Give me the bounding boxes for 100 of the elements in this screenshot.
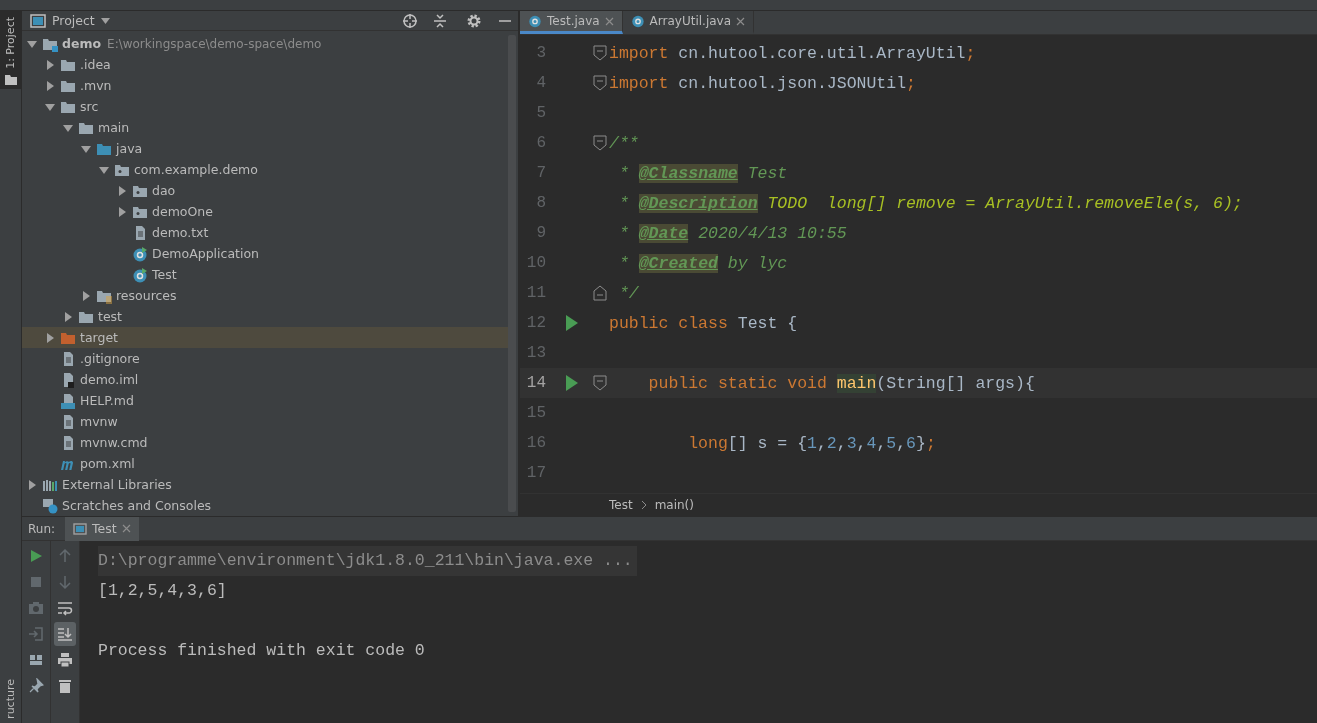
- tree-item-label: External Libraries: [62, 477, 172, 492]
- up-arrow-icon: [57, 548, 73, 564]
- tree-row[interactable]: test: [22, 306, 508, 327]
- run-gutter-icon[interactable]: [565, 314, 579, 332]
- print-icon: [57, 652, 73, 668]
- close-icon[interactable]: [121, 524, 131, 533]
- fold-icon[interactable]: [592, 135, 607, 151]
- soft-wrap-icon: [57, 600, 73, 616]
- tree-row[interactable]: src: [22, 96, 508, 117]
- trash-icon: [57, 678, 73, 694]
- fold-icon[interactable]: [592, 285, 607, 301]
- expand-arrow-icon[interactable]: [44, 79, 56, 92]
- collapse-all-icon[interactable]: [432, 12, 448, 29]
- tree-item-label: demo.txt: [152, 225, 209, 240]
- expand-arrow-icon[interactable]: [116, 184, 128, 197]
- tree-row[interactable]: demo E:\workingspace\demo-space\demo: [22, 33, 508, 54]
- tree-item-label: Test: [152, 267, 177, 282]
- tree-row[interactable]: .mvn: [22, 75, 508, 96]
- expand-arrow-icon[interactable]: [116, 205, 128, 218]
- tree-row[interactable]: External Libraries: [22, 474, 508, 495]
- dropdown-caret-icon[interactable]: [100, 17, 110, 24]
- code-line: */: [617, 283, 639, 303]
- camera-icon: [28, 600, 44, 616]
- tree-item-label: demo.iml: [80, 372, 139, 387]
- tree-item-label: src: [80, 99, 99, 114]
- close-icon[interactable]: [736, 16, 746, 26]
- fold-icon[interactable]: [592, 375, 607, 391]
- editor-tab[interactable]: Test.java: [520, 11, 623, 34]
- structure-tool-tab[interactable]: ructure: [4, 679, 17, 719]
- line-number: 8: [535, 194, 546, 212]
- toolbar-button[interactable]: [54, 622, 76, 646]
- tree-row[interactable]: com.example.demo: [22, 159, 508, 180]
- line-number: 14: [525, 374, 546, 392]
- project-tool-tab[interactable]: 1: Project: [0, 11, 21, 89]
- scratches-icon: [42, 497, 58, 514]
- fold-icon[interactable]: [592, 75, 607, 91]
- tree-item-label: com.example.demo: [134, 162, 258, 177]
- tree-item-label: mvnw.cmd: [80, 435, 148, 450]
- line-number: 9: [535, 224, 546, 242]
- down-arrow-icon: [57, 574, 73, 590]
- class-icon: [132, 245, 148, 262]
- class-icon: [630, 14, 645, 28]
- tree-row[interactable]: java: [22, 138, 508, 159]
- breadcrumb[interactable]: main(): [654, 498, 694, 512]
- tree-row[interactable]: .gitignore: [22, 348, 508, 369]
- expand-arrow-icon[interactable]: [44, 58, 56, 71]
- tree-item-label: java: [116, 141, 143, 156]
- tree-row[interactable]: Test: [22, 264, 508, 285]
- tree-item-label: target: [80, 330, 118, 345]
- stop-icon: [28, 574, 44, 590]
- editor-tab[interactable]: ArrayUtil.java: [622, 11, 755, 34]
- settings-icon[interactable]: [466, 12, 482, 29]
- expand-arrow-icon[interactable]: [62, 310, 74, 323]
- run-label: Run:: [28, 521, 56, 536]
- tree-item-label: .idea: [80, 57, 111, 72]
- tree-item-label: resources: [116, 288, 177, 303]
- login-icon: [28, 626, 44, 642]
- expand-arrow-icon[interactable]: [26, 478, 38, 491]
- expand-arrow-icon[interactable]: [44, 331, 56, 344]
- close-icon[interactable]: [604, 16, 614, 26]
- tree-row[interactable]: target: [22, 327, 508, 348]
- expand-arrow-icon[interactable]: [80, 289, 92, 302]
- locate-icon[interactable]: [402, 12, 418, 29]
- module-path: E:\workingspace\demo-space\demo: [107, 36, 322, 51]
- tree-row[interactable]: demoOne: [22, 201, 508, 222]
- tree-row[interactable]: pom.xml: [22, 453, 508, 474]
- code-line: public class Test {: [609, 313, 798, 333]
- console-icon: [73, 522, 88, 535]
- tree-row[interactable]: demo.iml: [22, 369, 508, 390]
- tree-row[interactable]: dao: [22, 180, 508, 201]
- tree-row[interactable]: mvnw: [22, 411, 508, 432]
- code-line: import cn.hutool.json.JSONUtil;: [609, 73, 916, 93]
- line-number: 17: [525, 464, 546, 482]
- tree-row[interactable]: Scratches and Consoles: [22, 495, 508, 516]
- breadcrumb[interactable]: Test: [609, 498, 633, 512]
- fold-icon[interactable]: [592, 45, 607, 61]
- console-line: Process finished with exit code 0: [98, 640, 426, 662]
- code-line: * @Description TODO long[] remove = ArrayUtil.removeEle(s, 6);: [617, 193, 1243, 213]
- project-view-icon: [30, 13, 46, 28]
- console-line: [1,2,5,4,3,6]: [98, 580, 228, 602]
- layout-icon: [28, 652, 44, 668]
- tree-row[interactable]: demo.txt: [22, 222, 508, 243]
- markdown-file-icon: [60, 392, 76, 409]
- tree-row[interactable]: DemoApplication: [22, 243, 508, 264]
- tree-row[interactable]: .idea: [22, 54, 508, 75]
- tree-row[interactable]: main: [22, 117, 508, 138]
- panel-title[interactable]: Project: [52, 13, 95, 28]
- code-line: /**: [609, 133, 639, 153]
- tree-item-label: HELP.md: [80, 393, 134, 408]
- tree-item-label: pom.xml: [80, 456, 135, 471]
- tree-row[interactable]: mvnw.cmd: [22, 432, 508, 453]
- run-gutter-icon[interactable]: [565, 374, 579, 392]
- run-icon: [28, 548, 44, 564]
- tree-row[interactable]: resources: [22, 285, 508, 306]
- tree-item-label: demoOne: [152, 204, 213, 219]
- tree-row[interactable]: HELP.md: [22, 390, 508, 411]
- tree-item-label: .mvn: [80, 78, 112, 93]
- line-number: 13: [525, 344, 546, 362]
- line-number: 16: [525, 434, 546, 452]
- run-tab[interactable]: Test: [65, 516, 139, 541]
